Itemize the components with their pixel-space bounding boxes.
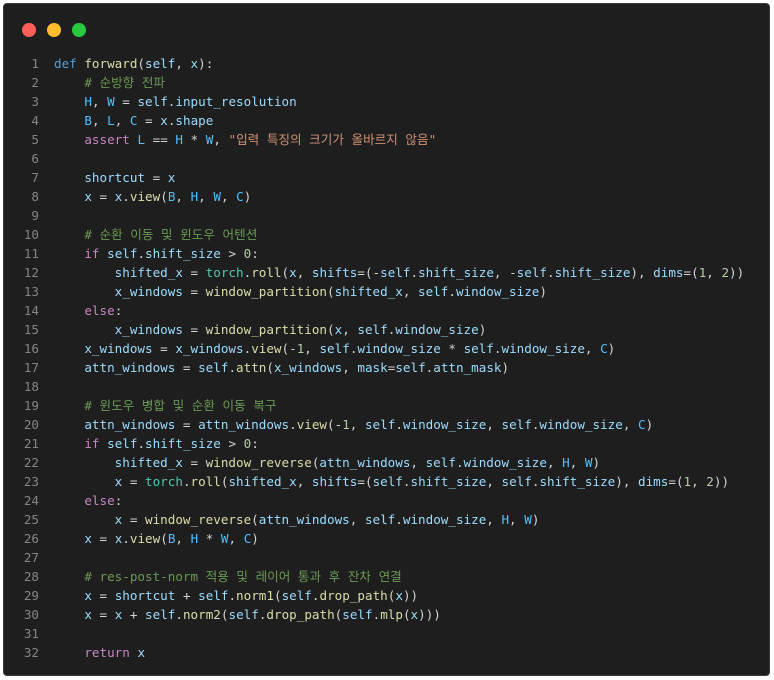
code-line: 18	[4, 377, 769, 396]
line-number: 27	[23, 550, 39, 565]
line-number: 10	[23, 227, 39, 242]
code-line: 9	[4, 206, 769, 225]
code-line: 23 x = torch.roll(shifted_x, shifts=(sel…	[4, 472, 769, 491]
code-text: if self.shift_size > 0:	[84, 246, 259, 261]
line-number: 4	[31, 113, 39, 128]
code-line: 11 if self.shift_size > 0:	[4, 244, 769, 263]
code-text: x_windows = x_windows.view(-1, self.wind…	[84, 341, 616, 356]
line-number: 18	[23, 379, 39, 394]
line-number: 24	[23, 493, 39, 508]
code-text: # res-post-norm 적용 및 레이어 통과 후 잔차 연결	[84, 569, 402, 584]
code-line: 31	[4, 624, 769, 643]
line-number: 6	[31, 151, 39, 166]
code-text: # 윈도우 병합 및 순환 이동 복구	[84, 398, 277, 413]
code-text: x = x + self.norm2(self.drop_path(self.m…	[84, 607, 441, 622]
minimize-button[interactable]	[47, 23, 61, 37]
code-line: 10 # 순환 이동 및 윈도우 어텐션	[4, 225, 769, 244]
code-line: 14 else:	[4, 301, 769, 320]
code-line: 32 return x	[4, 643, 769, 662]
code-line: 28 # res-post-norm 적용 및 레이어 통과 후 잔차 연결	[4, 567, 769, 586]
code-text: attn_windows = attn_windows.view(-1, sel…	[84, 417, 654, 432]
code-line: 1 def forward(self, x):	[4, 54, 769, 73]
code-text: x = x.view(B, H * W, C)	[84, 531, 259, 546]
line-number: 12	[23, 265, 39, 280]
maximize-button[interactable]	[72, 23, 86, 37]
code-window: 1 def forward(self, x): 2 # 순방향 전파 3 H, W =…	[3, 3, 770, 676]
line-number: 7	[31, 170, 39, 185]
code-text: x_windows = window_partition(shifted_x, …	[114, 284, 547, 299]
code-line: 5 assert L == H * W, "입력 특징의 크기가 올바르지 않음…	[4, 130, 769, 149]
code-text: B, L, C = x.shape	[84, 113, 214, 128]
code-line: 2 # 순방향 전파	[4, 73, 769, 92]
code-text: # 순방향 전파	[84, 75, 166, 90]
code-text: assert L == H * W, "입력 특징의 크기가 올바르지 않음"	[84, 132, 437, 147]
code-line: 26 x = x.view(B, H * W, C)	[4, 529, 769, 548]
line-number: 17	[23, 360, 39, 375]
code-line: 27	[4, 548, 769, 567]
code-line: 12 shifted_x = torch.roll(x, shifts=(-se…	[4, 263, 769, 282]
code-line: 8 x = x.view(B, H, W, C)	[4, 187, 769, 206]
code-text: x_windows = window_partition(x, self.win…	[114, 322, 487, 337]
code-line: 24 else:	[4, 491, 769, 510]
code-line: 30 x = x + self.norm2(self.drop_path(sel…	[4, 605, 769, 624]
line-number: 22	[23, 455, 39, 470]
code-line: 15 x_windows = window_partition(x, self.…	[4, 320, 769, 339]
code-text: x = x.view(B, H, W, C)	[84, 189, 252, 204]
line-number: 31	[23, 626, 39, 641]
code-text: # 순환 이동 및 윈도우 어텐션	[84, 227, 258, 242]
code-text: if self.shift_size > 0:	[84, 436, 259, 451]
code-text: else:	[84, 303, 123, 318]
line-number: 15	[23, 322, 39, 337]
code-text: def forward(self, x):	[54, 56, 214, 71]
code-text: return x	[84, 645, 146, 660]
code-text: x = window_reverse(attn_windows, self.wi…	[114, 512, 540, 527]
code-line: 29 x = shortcut + self.norm1(self.drop_p…	[4, 586, 769, 605]
line-number: 14	[23, 303, 39, 318]
line-number: 11	[23, 246, 39, 261]
code-line: 4 B, L, C = x.shape	[4, 111, 769, 130]
line-number: 32	[23, 645, 39, 660]
line-number: 1	[31, 56, 39, 71]
line-number: 21	[23, 436, 39, 451]
line-number: 3	[31, 94, 39, 109]
line-number: 19	[23, 398, 39, 413]
window-titlebar	[4, 4, 769, 54]
code-text: shifted_x = window_reverse(attn_windows,…	[114, 455, 601, 470]
line-number: 5	[31, 132, 39, 147]
code-text: H, W = self.input_resolution	[84, 94, 297, 109]
line-number: 2	[31, 75, 39, 90]
code-line: 17 attn_windows = self.attn(x_windows, m…	[4, 358, 769, 377]
line-number: 28	[23, 569, 39, 584]
line-number: 13	[23, 284, 39, 299]
code-line: 22 shifted_x = window_reverse(attn_windo…	[4, 453, 769, 472]
code-text: x = shortcut + self.norm1(self.drop_path…	[84, 588, 419, 603]
line-number: 26	[23, 531, 39, 546]
line-number: 25	[23, 512, 39, 527]
code-line: 21 if self.shift_size > 0:	[4, 434, 769, 453]
line-number: 30	[23, 607, 39, 622]
code-block[interactable]: 1 def forward(self, x): 2 # 순방향 전파 3 H, W =…	[4, 54, 769, 662]
code-text: shortcut = x	[84, 170, 176, 185]
code-text: shifted_x = torch.roll(x, shifts=(-self.…	[114, 265, 745, 280]
code-line: 20 attn_windows = attn_windows.view(-1, …	[4, 415, 769, 434]
line-number: 8	[31, 189, 39, 204]
code-line: 16 x_windows = x_windows.view(-1, self.w…	[4, 339, 769, 358]
line-number: 23	[23, 474, 39, 489]
code-line: 25 x = window_reverse(attn_windows, self…	[4, 510, 769, 529]
line-number: 20	[23, 417, 39, 432]
code-line: 3 H, W = self.input_resolution	[4, 92, 769, 111]
code-line: 6	[4, 149, 769, 168]
code-line: 13 x_windows = window_partition(shifted_…	[4, 282, 769, 301]
close-button[interactable]	[22, 23, 36, 37]
code-text: attn_windows = self.attn(x_windows, mask…	[84, 360, 510, 375]
code-text: else:	[84, 493, 123, 508]
line-number: 9	[31, 208, 39, 223]
line-number: 29	[23, 588, 39, 603]
code-text: x = torch.roll(shifted_x, shifts=(self.s…	[114, 474, 730, 489]
code-line: 7 shortcut = x	[4, 168, 769, 187]
line-number: 16	[23, 341, 39, 356]
code-line: 19 # 윈도우 병합 및 순환 이동 복구	[4, 396, 769, 415]
